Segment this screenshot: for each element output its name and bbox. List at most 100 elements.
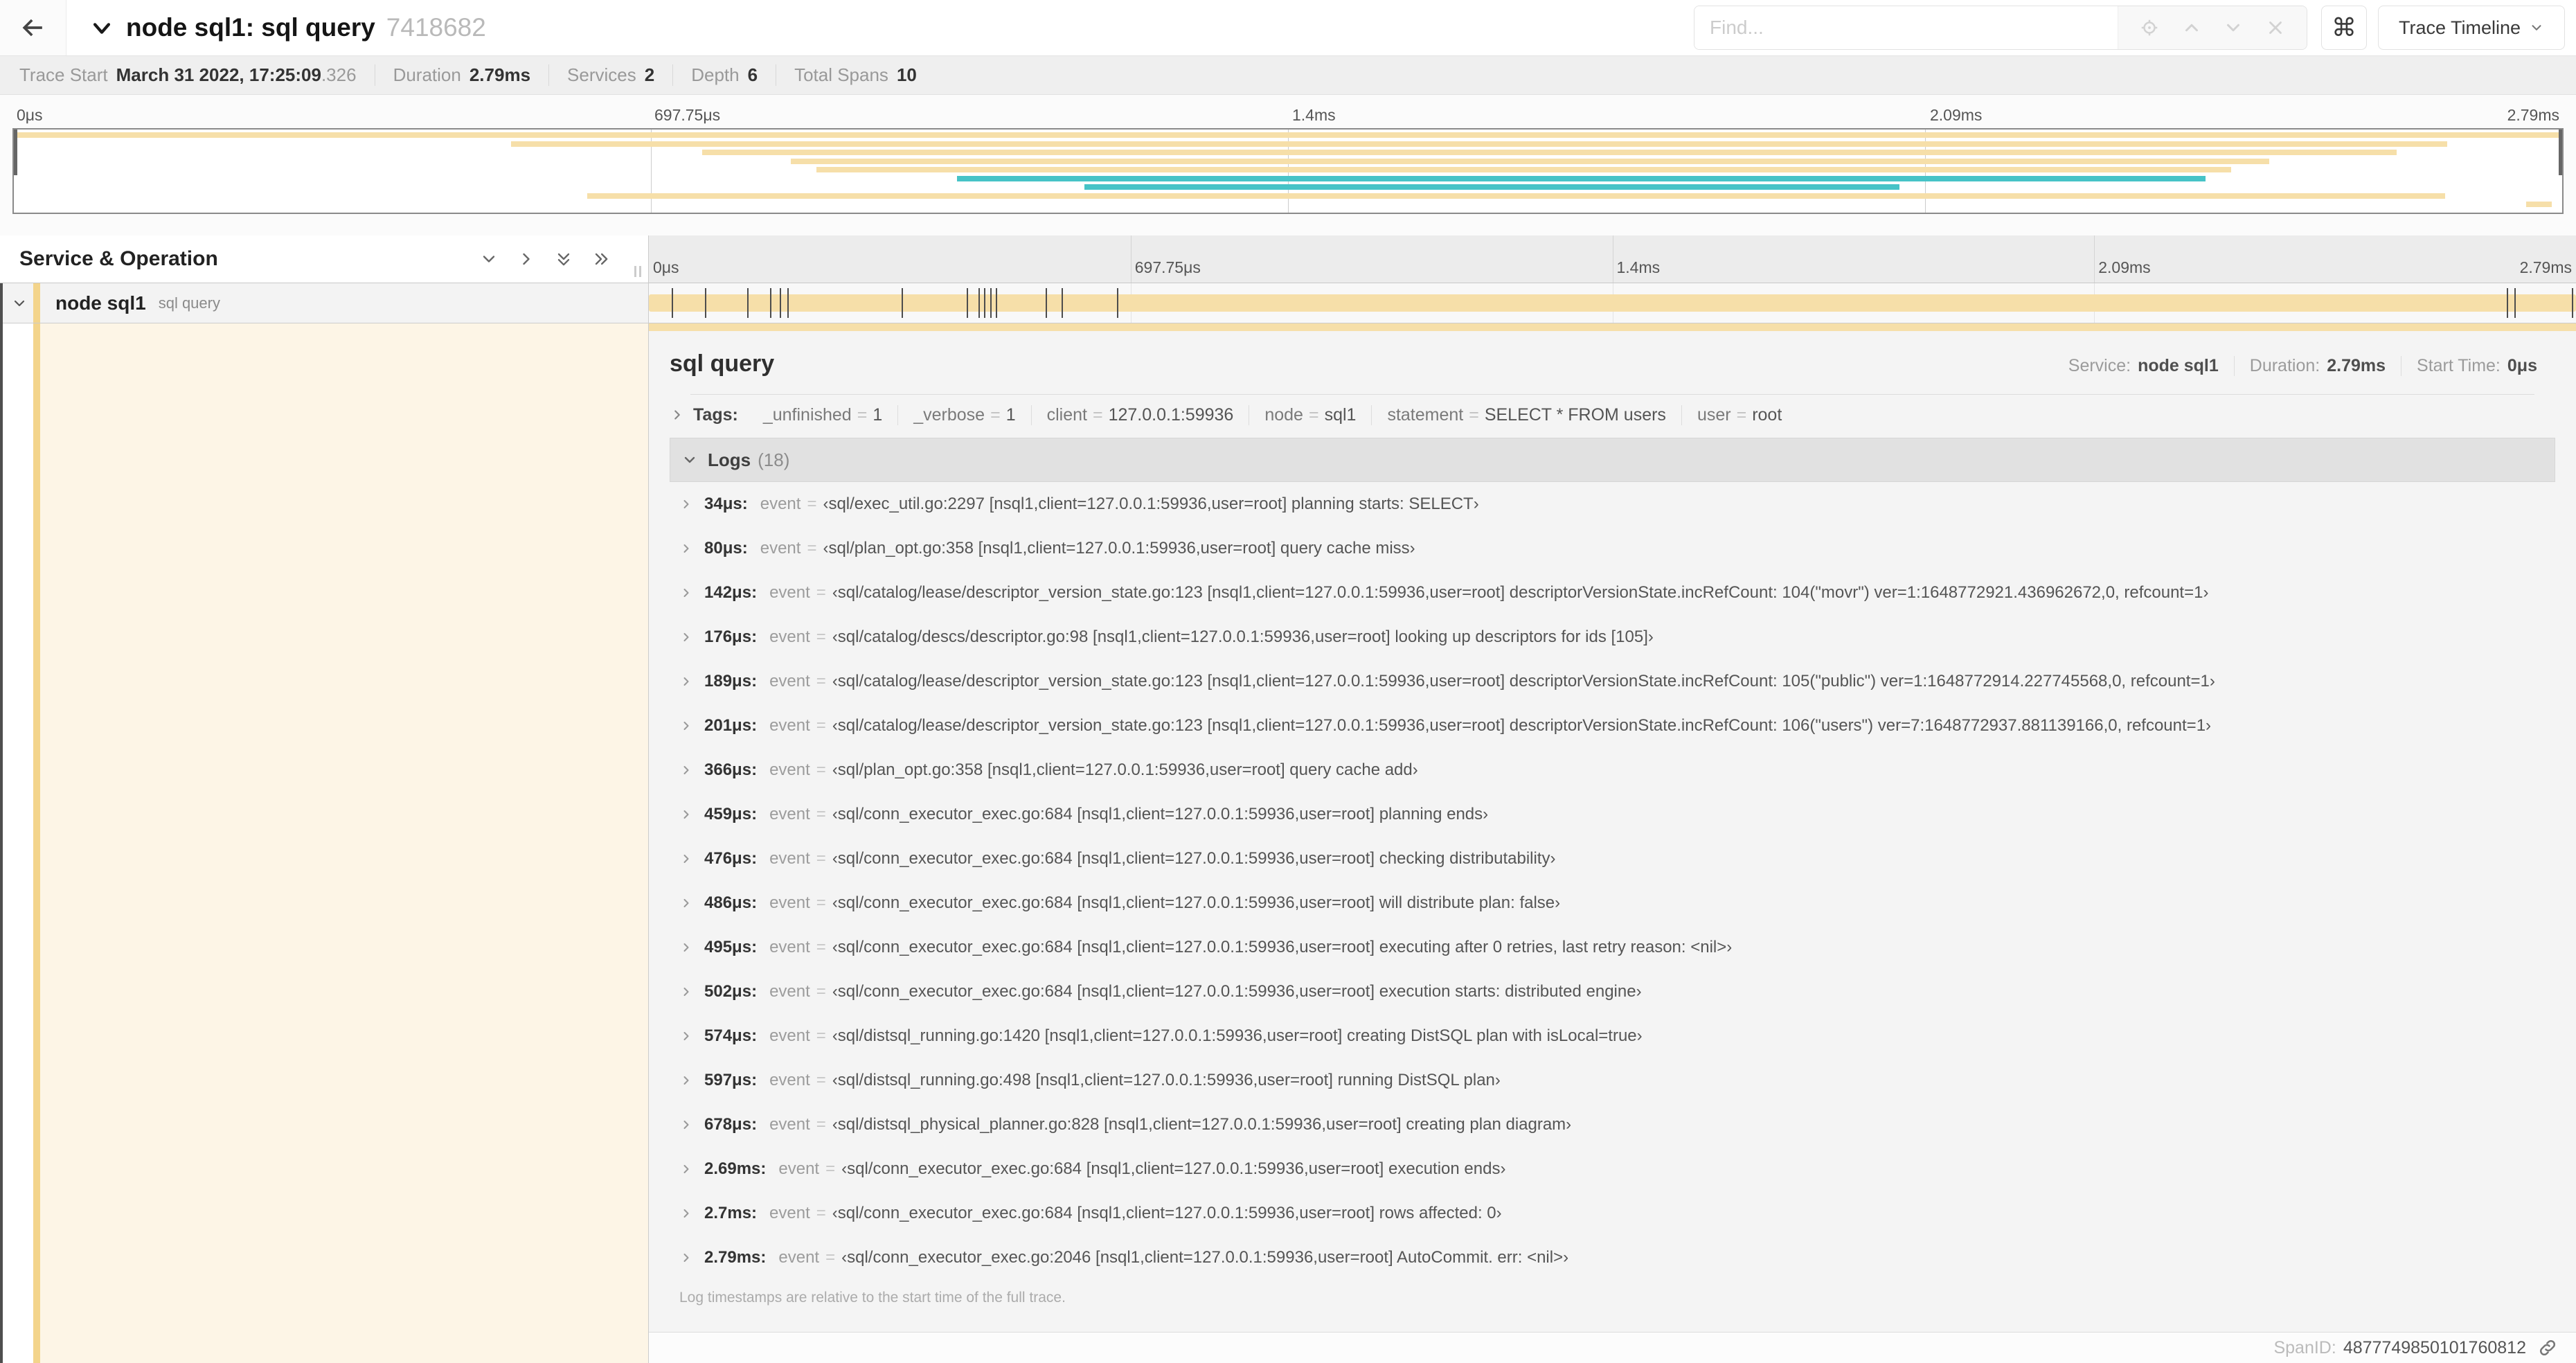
vertical-scrollbar[interactable] [0, 283, 3, 1363]
log-marker[interactable] [2506, 288, 2508, 318]
log-row[interactable]: 495μs: event = ‹sql/conn_executor_exec.g… [670, 925, 2555, 970]
log-marker[interactable] [995, 288, 997, 318]
find-input[interactable] [1694, 6, 2118, 49]
tags-row[interactable]: Tags: _unfinished = 1 _verbose = 1 client = 12… [670, 395, 2555, 435]
log-expand-chevron-icon[interactable] [679, 1118, 693, 1132]
log-row[interactable]: 34μs: event = ‹sql/exec_util.go:2297 [ns… [670, 482, 2555, 526]
log-expand-chevron-icon[interactable] [679, 542, 693, 555]
log-expand-chevron-icon[interactable] [679, 586, 693, 600]
log-row[interactable]: 142μs: event = ‹sql/catalog/lease/descri… [670, 571, 2555, 615]
view-selector-button[interactable]: Trace Timeline [2378, 6, 2565, 50]
back-button[interactable] [0, 0, 66, 55]
span-row-name-cell[interactable]: node sql1 sql query [0, 283, 649, 323]
log-field-value: ‹sql/conn_executor_exec.go:684 [nsql1,cl… [832, 1204, 1502, 1222]
log-expand-chevron-icon[interactable] [679, 1206, 693, 1220]
log-marker[interactable] [1046, 288, 1048, 318]
log-expand-chevron-icon[interactable] [679, 1251, 693, 1265]
log-expand-chevron-icon[interactable] [679, 763, 693, 777]
log-expand-chevron-icon[interactable] [679, 1162, 693, 1176]
log-marker[interactable] [984, 288, 986, 318]
log-timestamp: 476μs: [704, 849, 758, 868]
span-collapse-chevron-icon[interactable] [11, 295, 28, 312]
log-row[interactable]: 678μs: event = ‹sql/distsql_physical_pla… [670, 1103, 2555, 1147]
summary-label: Services [567, 64, 636, 85]
log-row[interactable]: 176μs: event = ‹sql/catalog/descs/descri… [670, 615, 2555, 659]
log-marker[interactable] [746, 288, 749, 318]
minimap-range-handle-right[interactable] [2559, 130, 2562, 175]
log-marker[interactable] [967, 288, 969, 318]
log-marker[interactable] [2572, 288, 2574, 318]
log-marker[interactable] [770, 288, 772, 318]
log-field-key: event [769, 1071, 810, 1089]
minimap-span-bar [701, 150, 2397, 155]
log-row[interactable]: 80μs: event = ‹sql/plan_opt.go:358 [nsql… [670, 526, 2555, 571]
log-marker[interactable] [2514, 288, 2516, 318]
log-expand-chevron-icon[interactable] [679, 896, 693, 910]
log-expand-chevron-icon[interactable] [679, 852, 693, 866]
expand-one-icon[interactable] [517, 249, 536, 269]
deep-link-icon[interactable] [2537, 1337, 2558, 1358]
log-equals: = [807, 539, 817, 558]
log-row[interactable]: 597μs: event = ‹sql/distsql_running.go:4… [670, 1058, 2555, 1103]
log-marker[interactable] [780, 288, 782, 318]
log-expand-chevron-icon[interactable] [679, 630, 693, 644]
log-marker[interactable] [787, 288, 789, 318]
logs-collapse-chevron-icon[interactable] [681, 452, 698, 468]
log-row[interactable]: 574μs: event = ‹sql/distsql_running.go:1… [670, 1014, 2555, 1058]
collapse-trace-chevron-icon[interactable] [90, 17, 114, 40]
log-row[interactable]: 502μs: event = ‹sql/conn_executor_exec.g… [670, 970, 2555, 1014]
clear-find-icon[interactable] [2265, 17, 2286, 38]
expand-all-icon[interactable] [591, 249, 611, 269]
log-marker[interactable] [978, 288, 980, 318]
collapse-all-icon[interactable] [554, 249, 573, 269]
find-next-icon[interactable] [2223, 17, 2244, 38]
tag-value: 1 [1005, 404, 1016, 425]
log-row[interactable]: 201μs: event = ‹sql/catalog/lease/descri… [670, 704, 2555, 748]
log-row[interactable]: 459μs: event = ‹sql/conn_executor_exec.g… [670, 792, 2555, 837]
minimap-axis-tick: 2.09ms [1930, 106, 1983, 124]
span-duration-bar[interactable] [649, 294, 2576, 312]
log-expand-chevron-icon[interactable] [679, 808, 693, 821]
log-row[interactable]: 2.7ms: event = ‹sql/conn_executor_exec.g… [670, 1191, 2555, 1236]
tag-item: user = root [1681, 404, 1797, 425]
log-marker[interactable] [672, 288, 674, 318]
log-expand-chevron-icon[interactable] [679, 1029, 693, 1043]
log-row[interactable]: 2.79ms: event = ‹sql/conn_executor_exec.… [670, 1236, 2555, 1280]
tag-item: statement = SELECT * FROM users [1371, 404, 1681, 425]
log-expand-chevron-icon[interactable] [679, 941, 693, 954]
tags-expand-chevron-icon[interactable] [670, 407, 685, 422]
log-marker[interactable] [901, 288, 903, 318]
log-row[interactable]: 486μs: event = ‹sql/conn_executor_exec.g… [670, 881, 2555, 925]
logs-footnote: Log timestamps are relative to the start… [679, 1290, 1066, 1306]
log-equals: = [816, 805, 826, 823]
log-row[interactable]: 189μs: event = ‹sql/catalog/lease/descri… [670, 659, 2555, 704]
log-row[interactable]: 476μs: event = ‹sql/conn_executor_exec.g… [670, 837, 2555, 881]
column-resize-handle[interactable] [634, 266, 641, 277]
log-expand-chevron-icon[interactable] [679, 1074, 693, 1087]
find-prev-icon[interactable] [2181, 17, 2202, 38]
log-equals: = [816, 760, 826, 779]
log-row[interactable]: 366μs: event = ‹sql/plan_opt.go:358 [nsq… [670, 748, 2555, 792]
log-row[interactable]: 2.69ms: event = ‹sql/conn_executor_exec.… [670, 1147, 2555, 1191]
log-timestamp: 574μs: [704, 1026, 758, 1045]
log-field-key: event [769, 805, 810, 823]
log-marker[interactable] [1117, 288, 1119, 318]
log-expand-chevron-icon[interactable] [679, 675, 693, 688]
logs-header[interactable]: Logs (18) [670, 438, 2555, 482]
log-expand-chevron-icon[interactable] [679, 497, 693, 511]
minimap-axis-tick: 1.4ms [1292, 106, 1336, 124]
command-icon: ⌘ [2332, 13, 2356, 42]
log-expand-chevron-icon[interactable] [679, 719, 693, 733]
locate-icon[interactable] [2139, 17, 2160, 38]
log-field-value: ‹sql/distsql_running.go:1420 [nsql1,clie… [832, 1026, 1643, 1045]
span-row-bar-cell[interactable] [649, 283, 2576, 323]
minimap-range-handle-left[interactable] [14, 130, 17, 175]
collapse-one-icon[interactable] [479, 249, 499, 269]
keyboard-shortcuts-button[interactable]: ⌘ [2321, 6, 2367, 50]
log-marker[interactable] [1061, 288, 1063, 318]
log-marker[interactable] [704, 288, 706, 318]
log-field-value: ‹sql/plan_opt.go:358 [nsql1,client=127.0… [832, 760, 1418, 779]
log-expand-chevron-icon[interactable] [679, 985, 693, 999]
minimap-canvas[interactable] [12, 128, 2564, 214]
log-marker[interactable] [990, 288, 992, 318]
